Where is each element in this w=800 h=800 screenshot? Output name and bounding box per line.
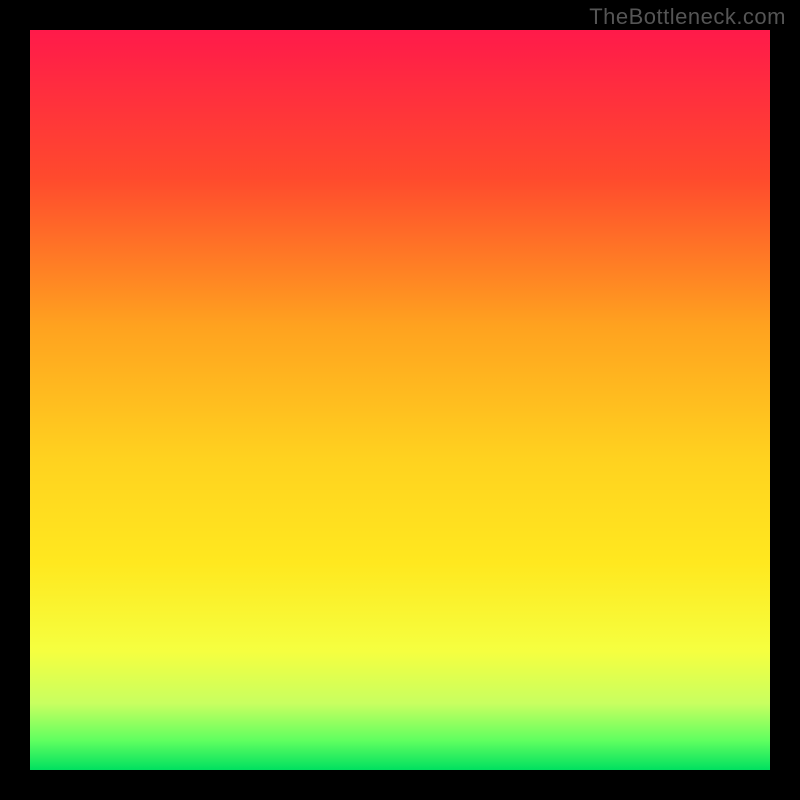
watermark-text: TheBottleneck.com [589,4,786,30]
chart-plot-area [30,30,770,770]
chart-svg [30,30,770,770]
chart-frame: TheBottleneck.com [0,0,800,800]
chart-background-gradient [30,30,770,770]
